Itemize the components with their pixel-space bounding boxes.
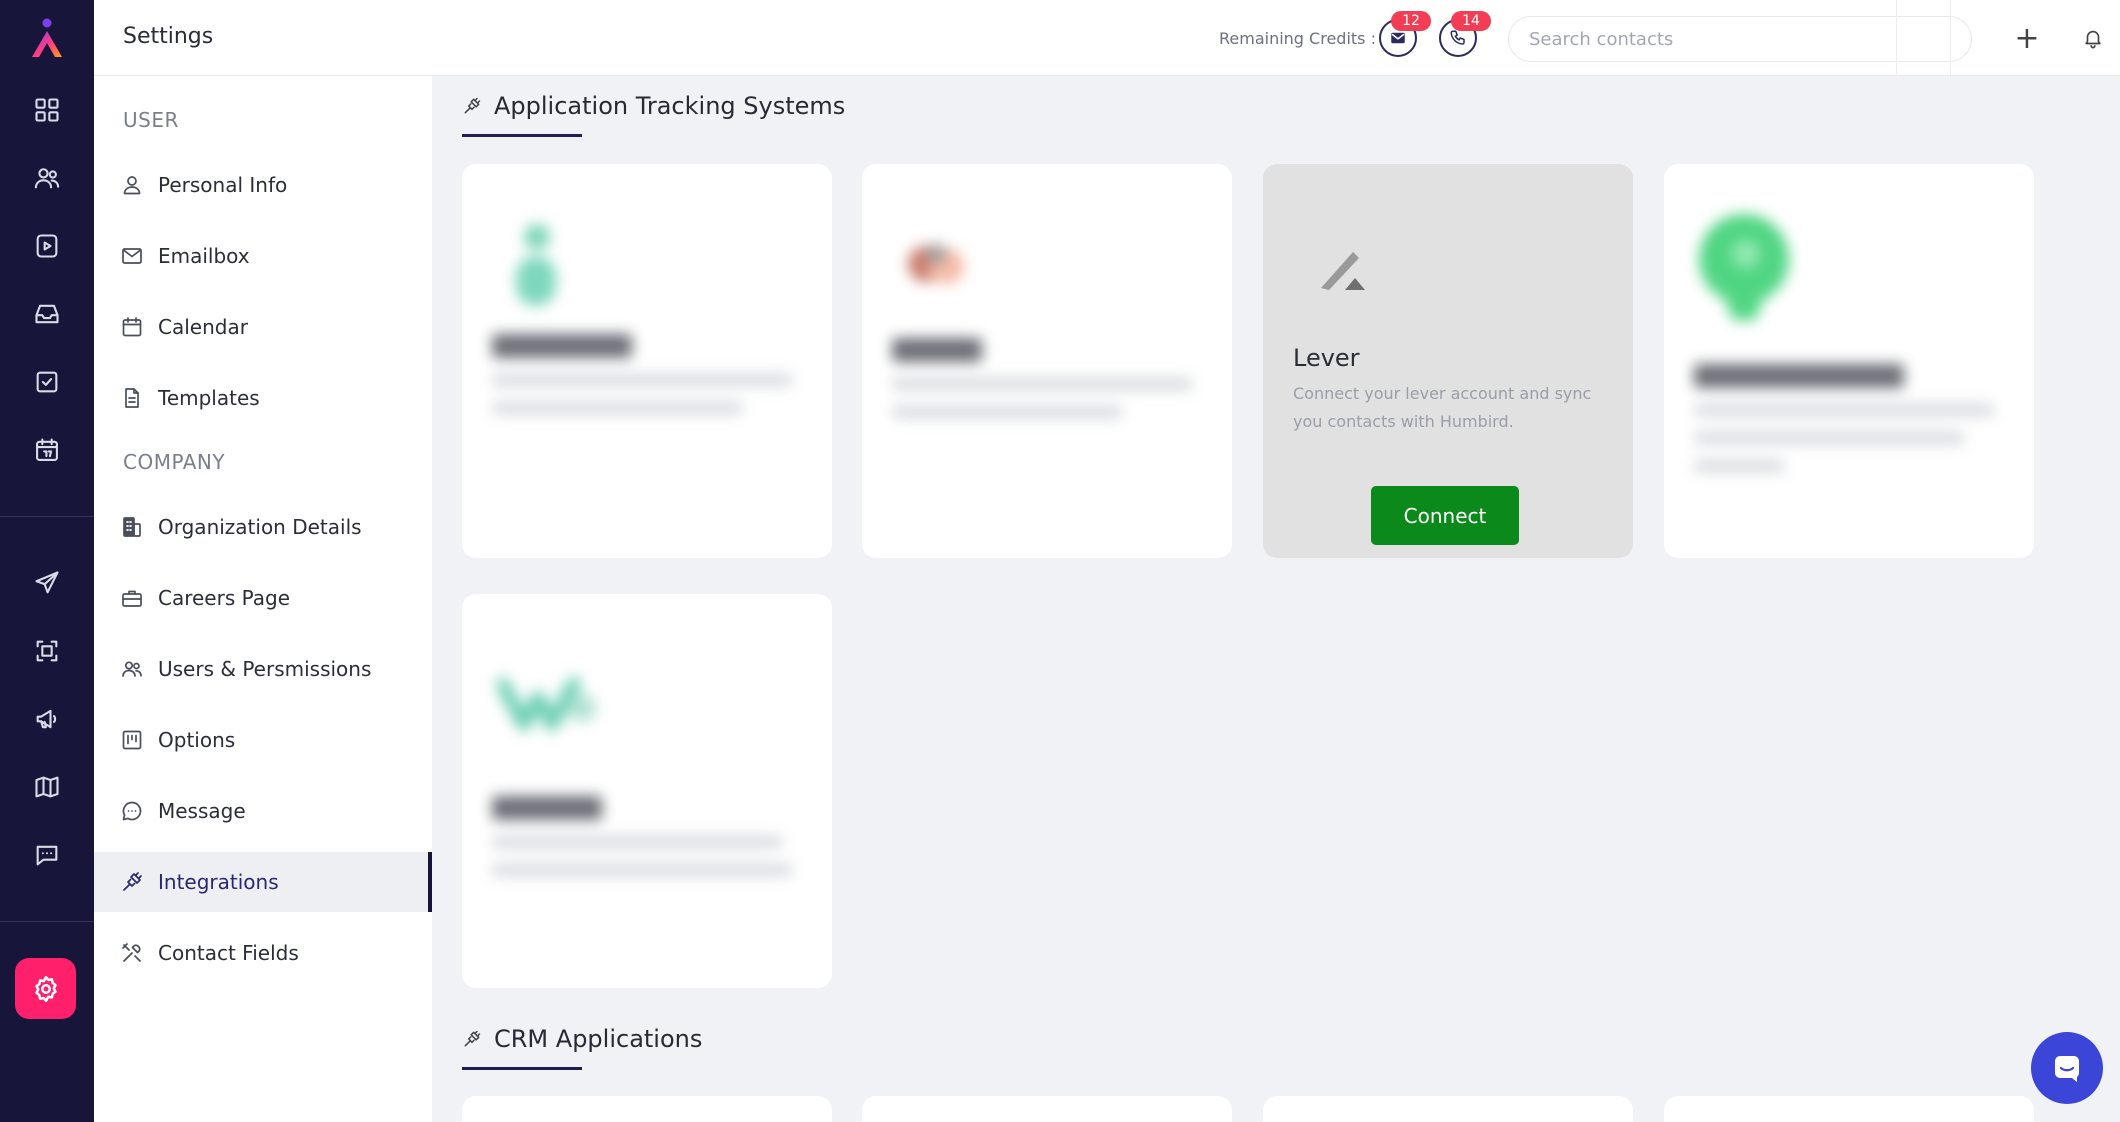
top-bar: Settings Remaining Credits : 12 14 + MS	[94, 0, 2120, 76]
sidebar-item-label: Users & Persmissions	[158, 657, 372, 681]
email-credits-badge: 12	[1391, 11, 1431, 31]
tools-icon	[119, 940, 145, 966]
crm-card[interactable]	[862, 1096, 1232, 1122]
phone-credits-badge: 14	[1451, 11, 1491, 31]
phone-credits-button[interactable]: 14	[1439, 11, 1491, 57]
sidebar-item-contact-fields[interactable]: Contact Fields	[94, 923, 432, 983]
sidebar-item-users-permissions[interactable]: Users & Persmissions	[94, 639, 432, 699]
sidebar-item-label: Options	[158, 728, 236, 752]
remaining-credits-label: Remaining Credits :	[1219, 29, 1376, 48]
sidebar-item-label: Careers Page	[158, 586, 291, 610]
crm-card[interactable]	[462, 1096, 832, 1122]
sidebar-item-templates[interactable]: Templates	[94, 368, 432, 428]
user-section-heading: USER	[123, 108, 179, 132]
sidebar-item-label: Organization Details	[158, 515, 362, 539]
chat-bubble-icon	[2055, 1056, 2079, 1082]
app-logo[interactable]	[22, 14, 72, 64]
sidebar-item-personal-info[interactable]: Personal Info	[94, 155, 432, 215]
sidebar-item-label: Calendar	[158, 315, 248, 339]
sidebar-item-message[interactable]: Message	[94, 781, 432, 841]
integration-card-blurred[interactable]	[1664, 164, 2034, 558]
video-icon[interactable]	[27, 226, 67, 266]
scan-icon[interactable]	[27, 631, 67, 671]
settings-sidebar: USER Personal Info Emailbox Calendar Tem…	[94, 76, 432, 1122]
crm-card[interactable]	[1664, 1096, 2034, 1122]
sidebar-item-label: Emailbox	[158, 244, 250, 268]
sidebar-item-organization-details[interactable]: Organization Details	[94, 497, 432, 557]
sidebar-item-options[interactable]: Options	[94, 710, 432, 770]
company-section-heading: COMPANY	[123, 450, 226, 474]
kanban-icon	[119, 727, 145, 753]
lever-logo-icon	[1321, 252, 1365, 290]
building-icon	[119, 514, 145, 540]
briefcase-icon	[119, 585, 145, 611]
document-icon	[119, 385, 145, 411]
settings-icon[interactable]	[15, 958, 76, 1019]
sidebar-item-label: Templates	[158, 386, 260, 410]
sidebar-item-label: Message	[158, 799, 246, 823]
dashboard-icon[interactable]	[27, 90, 67, 130]
app-rail	[0, 0, 94, 1122]
section-underline	[462, 134, 582, 137]
sidebar-item-careers-page[interactable]: Careers Page	[94, 568, 432, 628]
plug-icon	[119, 869, 145, 895]
integration-card-blurred[interactable]	[462, 164, 832, 558]
card-description: Connect your lever account and sync you …	[1293, 384, 1592, 431]
crm-section-title: CRM Applications	[494, 1025, 703, 1053]
crm-card[interactable]	[1263, 1096, 1633, 1122]
email-credits-button[interactable]: 12	[1379, 11, 1431, 57]
contacts-icon[interactable]	[27, 158, 67, 198]
integration-card-blurred[interactable]	[862, 164, 1232, 558]
section-underline	[462, 1067, 582, 1070]
map-icon[interactable]	[27, 767, 67, 807]
user-icon	[119, 172, 145, 198]
megaphone-icon[interactable]	[27, 699, 67, 739]
integration-card-blurred[interactable]	[462, 594, 832, 988]
calendar-icon	[119, 314, 145, 340]
phone-icon	[1450, 30, 1465, 45]
inbox-icon[interactable]	[27, 294, 67, 334]
ats-section-title: Application Tracking Systems	[494, 92, 846, 120]
integration-card-lever: Lever Connect your lever account and syn…	[1263, 164, 1633, 558]
tasks-icon[interactable]	[27, 362, 67, 402]
send-icon[interactable]	[27, 563, 67, 603]
envelope-icon	[1391, 32, 1405, 44]
card-title: Lever	[1293, 344, 1360, 372]
sidebar-item-label: Integrations	[158, 870, 279, 894]
add-button[interactable]: +	[2009, 20, 2045, 56]
chat-icon[interactable]	[27, 835, 67, 875]
envelope-icon	[119, 243, 145, 269]
notifications-bell-icon[interactable]	[2075, 20, 2111, 56]
sidebar-item-label: Contact Fields	[158, 941, 299, 965]
ats-section-heading: Application Tracking Systems	[462, 92, 845, 120]
plug-icon	[464, 97, 481, 114]
calendar-icon[interactable]	[27, 430, 67, 470]
users-icon	[119, 656, 145, 682]
sidebar-item-emailbox[interactable]: Emailbox	[94, 226, 432, 286]
crm-section-heading: CRM Applications	[462, 1025, 702, 1053]
sidebar-item-label: Personal Info	[158, 173, 288, 197]
sidebar-item-calendar[interactable]: Calendar	[94, 297, 432, 357]
message-icon	[119, 798, 145, 824]
connect-button[interactable]: Connect	[1371, 486, 1519, 545]
page-title: Settings	[123, 24, 214, 49]
chat-launcher-button[interactable]	[2031, 1032, 2103, 1104]
plug-icon	[464, 1030, 481, 1047]
search-input[interactable]	[1508, 16, 1972, 62]
sidebar-item-integrations[interactable]: Integrations	[94, 852, 432, 912]
